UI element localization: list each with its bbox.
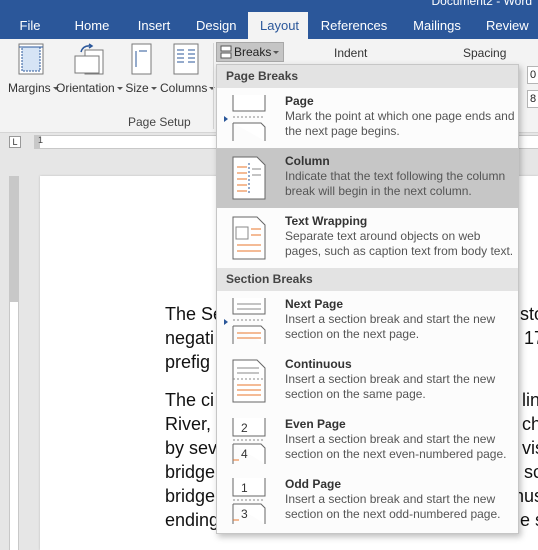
- columns-label: Columns: [160, 81, 216, 95]
- svg-text:1: 1: [241, 481, 248, 495]
- menu-item-title: Continuous: [285, 357, 352, 371]
- menu-item-next-page[interactable]: Next Page Insert a section break and sta…: [217, 291, 518, 351]
- continuous-icon: [232, 359, 266, 403]
- menu-item-title: Even Page: [285, 417, 346, 431]
- odd-page-icon: 1 3: [232, 478, 266, 524]
- menu-item-desc: Insert a section break and start the new…: [285, 372, 496, 401]
- indent-label: Indent: [334, 46, 368, 60]
- svg-text:2: 2: [241, 421, 248, 435]
- pointer-icon: [224, 116, 228, 122]
- menu-item-title: Odd Page: [285, 477, 342, 491]
- text-wrapping-icon: [232, 216, 266, 260]
- menu-item-title: Column: [285, 154, 330, 168]
- section-breaks-header: Section Breaks: [217, 268, 518, 291]
- menu-item-text-wrapping[interactable]: Text Wrapping Separate text around objec…: [217, 208, 518, 268]
- menu-item-continuous[interactable]: Continuous Insert a section break and st…: [217, 351, 518, 411]
- doc-line-end: lin: [522, 390, 538, 410]
- menu-item-desc: Separate text around objects on web page…: [285, 229, 514, 258]
- svg-text:4: 4: [241, 447, 248, 461]
- ruler-number: 1: [38, 135, 44, 145]
- margins-button[interactable]: Margins: [8, 43, 59, 95]
- columns-icon: [173, 43, 199, 75]
- doc-line-end: e s: [520, 510, 538, 530]
- doc-line-end: sc: [524, 462, 538, 482]
- breaks-label: Breaks: [234, 45, 272, 59]
- menu-item-desc: Insert a section break and start the new…: [285, 312, 496, 341]
- menu-item-title: Text Wrapping: [285, 214, 368, 228]
- group-separator: [213, 43, 214, 129]
- size-button[interactable]: Size: [124, 43, 158, 95]
- vertical-ruler[interactable]: [9, 176, 19, 550]
- breaks-button[interactable]: Breaks: [216, 42, 284, 62]
- tab-insert[interactable]: Insert: [124, 12, 184, 39]
- doc-line-end: 17: [524, 328, 538, 348]
- margins-icon: [18, 43, 44, 75]
- menu-item-desc: Indicate that the text following the col…: [285, 169, 506, 198]
- tab-home[interactable]: Home: [60, 12, 124, 39]
- breaks-dropdown: Page Breaks Page Mark the point at which…: [216, 64, 519, 534]
- menu-item-even-page[interactable]: 2 4 Even Page Insert a section break and…: [217, 411, 518, 471]
- next-page-icon: [232, 298, 266, 344]
- tab-file[interactable]: File: [0, 12, 60, 39]
- orientation-button[interactable]: Orientation: [56, 43, 123, 95]
- pointer-icon: [224, 319, 228, 325]
- page-setup-group-label: Page Setup: [128, 115, 191, 129]
- doc-line-end: sto: [520, 304, 538, 324]
- tab-selector[interactable]: L: [9, 136, 21, 148]
- vertical-ruler-margin: [10, 176, 18, 302]
- size-label: Size: [124, 81, 158, 95]
- ribbon-tabs: File Home Insert Design Layout Reference…: [0, 12, 538, 39]
- menu-item-title: Next Page: [285, 297, 344, 311]
- menu-item-desc: Mark the point at which one page ends an…: [285, 109, 515, 138]
- doc-line-end: vis: [522, 438, 538, 458]
- tab-design[interactable]: Design: [184, 12, 248, 39]
- size-icon: [131, 43, 152, 75]
- svg-text:3: 3: [241, 507, 248, 521]
- menu-item-title: Page: [285, 94, 314, 108]
- page-break-icon: [232, 95, 266, 141]
- menu-item-desc: Insert a section break and start the new…: [285, 432, 507, 461]
- spacing-label: Spacing: [463, 46, 507, 60]
- breaks-icon: [220, 45, 232, 59]
- menu-item-page-break[interactable]: Page Mark the point at which one page en…: [217, 88, 518, 148]
- menu-item-desc: Insert a section break and start the new…: [285, 492, 501, 521]
- tab-mailings[interactable]: Mailings: [400, 12, 474, 39]
- spacing-before-input[interactable]: 0: [527, 66, 538, 84]
- tab-review[interactable]: Review: [474, 12, 538, 39]
- ribbon-tab-bar: Document2 - Word File Home Insert Design…: [0, 0, 538, 39]
- doc-line-end: ch: [522, 414, 538, 434]
- menu-item-column-break[interactable]: Column Indicate that the text following …: [217, 148, 518, 208]
- column-break-icon: [232, 156, 266, 200]
- margins-label: Margins: [8, 81, 59, 95]
- orientation-label: Orientation: [56, 81, 123, 95]
- columns-button[interactable]: Columns: [160, 43, 216, 95]
- document-title: Document2 - Word: [431, 0, 532, 8]
- menu-item-odd-page[interactable]: 1 3 Odd Page Insert a section break and …: [217, 471, 518, 531]
- even-page-icon: 2 4: [232, 418, 266, 464]
- page-breaks-header: Page Breaks: [217, 65, 518, 88]
- tab-layout[interactable]: Layout: [248, 12, 308, 39]
- orientation-icon: [74, 43, 104, 75]
- spacing-after-input[interactable]: 8: [527, 90, 538, 108]
- tab-references[interactable]: References: [308, 12, 400, 39]
